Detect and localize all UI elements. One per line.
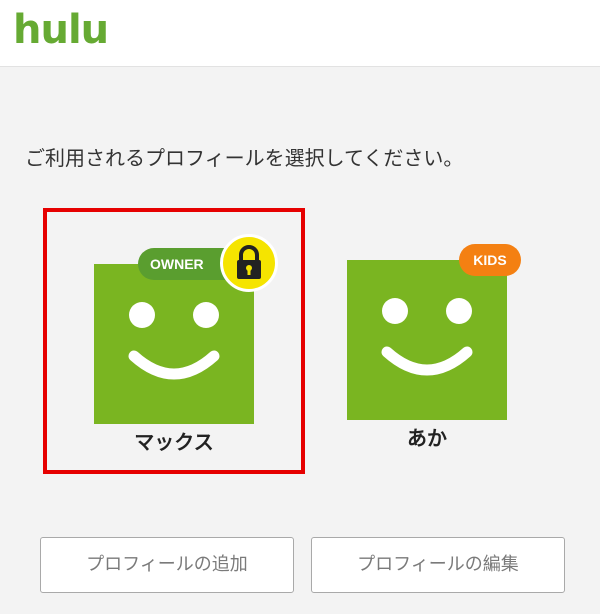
profile-card-aka[interactable]: KIDS あか (296, 208, 558, 474)
kids-badge: KIDS (459, 244, 521, 276)
edit-profile-button[interactable]: プロフィールの編集 (311, 537, 565, 593)
profile-name: マックス (134, 430, 214, 454)
smiley-face-icon (381, 298, 473, 376)
profile-avatar[interactable]: KIDS (347, 244, 521, 420)
add-profile-button[interactable]: プロフィールの追加 (40, 537, 294, 593)
profile-card-max[interactable]: OWNER マックス (43, 208, 305, 474)
header: hulu (0, 0, 600, 67)
profile-name: あか (407, 426, 447, 450)
profile-select-prompt: ご利用されるプロフィールを選択してください。 (25, 146, 464, 170)
lock-icon (220, 234, 278, 292)
hulu-logo[interactable]: hulu (13, 6, 109, 54)
profile-avatar[interactable]: OWNER (94, 234, 278, 424)
